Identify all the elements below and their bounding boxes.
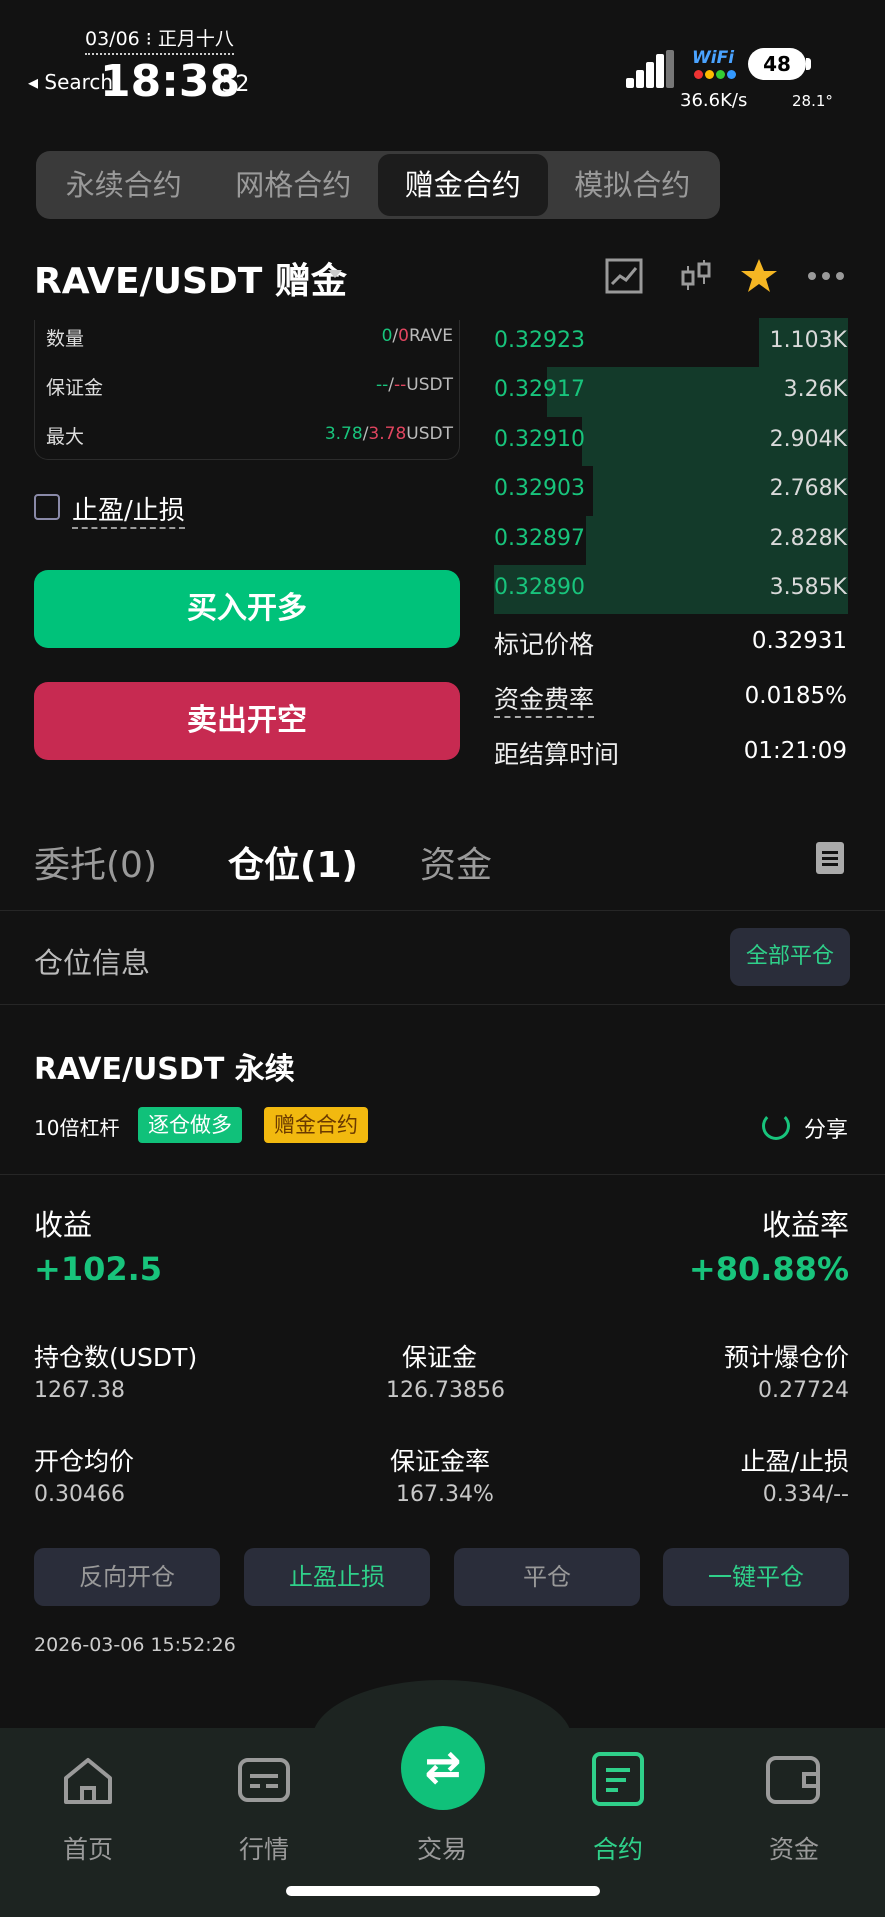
entry-price-value: 0.30466: [34, 1482, 125, 1507]
margin-ratio-value: 167.34%: [396, 1482, 494, 1507]
reverse-position-button[interactable]: 反向开仓: [34, 1548, 220, 1606]
wallet-icon[interactable]: [764, 1752, 822, 1808]
position-info-label: 仓位信息: [34, 946, 151, 980]
margin-label: 保证金: [46, 377, 104, 399]
mark-price-value: 0.32931: [751, 628, 847, 654]
bid-price[interactable]: 0.32890: [494, 575, 585, 600]
roe-label: 收益率: [761, 1208, 849, 1242]
tab-grid[interactable]: 网格合约: [209, 154, 379, 216]
battery-icon: 48: [748, 48, 806, 80]
contract-icon[interactable]: [590, 1750, 646, 1808]
position-size-value: 1267.38: [34, 1378, 125, 1403]
quantity-value: 0/0RAVE: [381, 326, 453, 346]
status-seconds: :52: [214, 72, 250, 97]
settlement-countdown: 01:21:09: [743, 738, 847, 764]
bid-price[interactable]: 0.32897: [494, 526, 585, 551]
roe-value: +80.88%: [688, 1250, 849, 1288]
tpsl-checkbox[interactable]: [34, 494, 60, 520]
divider: [0, 1174, 885, 1175]
margin-amount-label: 保证金: [402, 1343, 478, 1372]
share-button[interactable]: 分享: [804, 1112, 848, 1144]
max-label: 最大: [46, 426, 85, 448]
temperature: 28.1°: [792, 92, 833, 110]
bonus-contract-badge: 赠金合约: [264, 1107, 368, 1143]
margin-amount-value: 126.73856: [386, 1378, 505, 1403]
margin-value: --/--USDT: [375, 375, 453, 395]
position-title: RAVE/USDT 永续: [34, 1052, 295, 1087]
tab-perpetual[interactable]: 永续合约: [39, 154, 209, 216]
pnl-label: 收益: [34, 1208, 93, 1242]
list-icon[interactable]: [816, 842, 844, 874]
bid-price[interactable]: 0.32917: [494, 377, 585, 402]
wifi-strength-icon: [694, 70, 736, 82]
nav-trade[interactable]: 交易: [382, 1830, 502, 1866]
max-value: 3.78/3.78USDT: [324, 424, 453, 444]
sell-short-button[interactable]: 卖出开空: [34, 682, 460, 760]
bid-quantity: 2.768K: [769, 476, 847, 502]
chevron-down-icon[interactable]: [328, 270, 342, 278]
status-date: 03/06 ⁝ 正月十八: [85, 24, 234, 55]
pair-selector[interactable]: RAVE/USDT 赠金: [34, 252, 347, 304]
bid-quantity: 1.103K: [769, 328, 847, 353]
leverage-label: 10倍杠杆: [34, 1116, 120, 1140]
position-timestamp: 2026-03-06 15:52:26: [34, 1634, 236, 1656]
tab-positions[interactable]: 仓位(1): [228, 836, 358, 888]
home-icon[interactable]: [60, 1752, 116, 1808]
funding-rate-value: 0.0185%: [744, 683, 847, 709]
swap-icon[interactable]: ⇄: [401, 1726, 485, 1810]
position-size-label: 持仓数(USDT): [34, 1343, 198, 1372]
entry-price-label: 开仓均价: [34, 1447, 135, 1476]
pnl-value: +102.5: [34, 1250, 163, 1288]
tab-demo[interactable]: 模拟合约: [548, 154, 718, 216]
liquidation-price-label: 预计爆仓价: [723, 1343, 849, 1372]
tab-assets[interactable]: 资金: [420, 836, 492, 888]
bid-price[interactable]: 0.32910: [494, 427, 585, 452]
more-icon[interactable]: [806, 256, 846, 296]
nav-home[interactable]: 首页: [28, 1830, 148, 1866]
divider: [0, 910, 885, 911]
tab-bonus[interactable]: 赠金合约: [378, 154, 548, 216]
close-all-button[interactable]: 全部平仓: [730, 928, 850, 986]
quick-close-button[interactable]: 一键平仓: [663, 1548, 849, 1606]
buy-long-button[interactable]: 买入开多: [34, 570, 460, 648]
market-icon[interactable]: [236, 1752, 292, 1808]
tpsl-button[interactable]: 止盈止损: [244, 1548, 430, 1606]
share-icon[interactable]: [762, 1112, 790, 1140]
bid-quantity: 3.585K: [769, 575, 847, 600]
bid-quantity: 3.26K: [783, 377, 847, 403]
bid-price[interactable]: 0.32903: [494, 476, 585, 501]
bid-price[interactable]: 0.32923: [494, 328, 585, 353]
tab-orders[interactable]: 委托(0): [34, 836, 157, 888]
signal-icon: [626, 50, 674, 88]
bid-quantity: 2.904K: [769, 426, 847, 452]
close-position-button[interactable]: 平仓: [454, 1548, 640, 1606]
liquidation-price-value: 0.27724: [758, 1378, 849, 1403]
battery-tip: [806, 58, 811, 70]
tpsl-info-label: 止盈/止损: [740, 1447, 849, 1476]
nav-market[interactable]: 行情: [204, 1830, 324, 1866]
star-icon[interactable]: [739, 256, 779, 296]
funding-rate-label[interactable]: 资金费率: [494, 680, 595, 718]
nav-assets[interactable]: 资金: [734, 1830, 854, 1866]
candlestick-icon[interactable]: [676, 256, 716, 296]
tpsl-label[interactable]: 止盈/止损: [72, 490, 185, 529]
home-indicator: [286, 1886, 600, 1896]
quantity-label: 数量: [46, 328, 85, 350]
nav-contract[interactable]: 合约: [558, 1830, 678, 1866]
chart-line-icon[interactable]: [604, 256, 644, 296]
network-speed: 36.6K/s: [680, 90, 748, 111]
margin-mode-badge: 逐仓做多: [138, 1107, 242, 1143]
wifi-icon: WiFi: [692, 48, 735, 68]
settlement-label: 距结算时间: [494, 740, 620, 769]
margin-ratio-label: 保证金率: [390, 1447, 491, 1476]
divider: [0, 1004, 885, 1005]
contract-type-tabs: 永续合约 网格合约 赠金合约 模拟合约: [36, 151, 720, 219]
mark-price-label: 标记价格: [494, 630, 595, 659]
bid-quantity: 2.828K: [769, 525, 847, 551]
tpsl-info-value: 0.334/--: [762, 1482, 849, 1507]
